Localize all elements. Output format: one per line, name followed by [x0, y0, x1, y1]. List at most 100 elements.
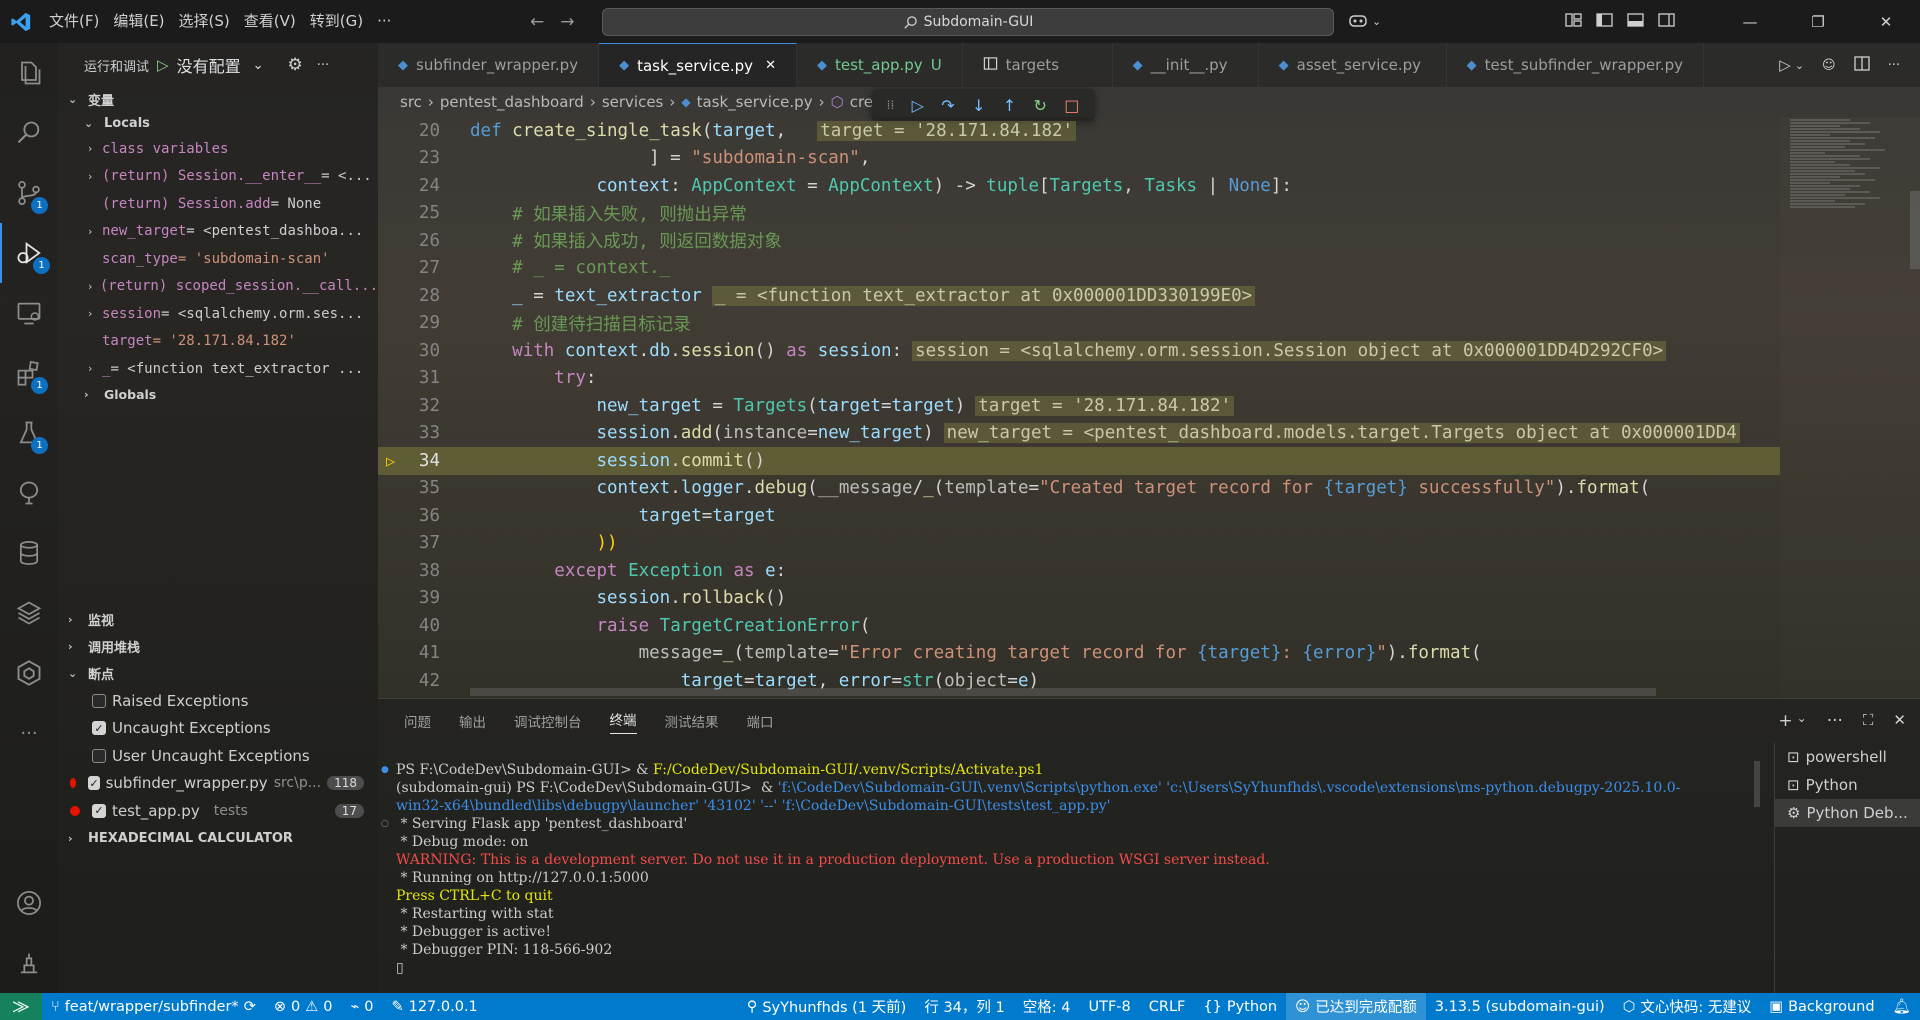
language-mode[interactable]: {} Python [1194, 993, 1286, 1020]
start-debugging-icon[interactable]: ▷ [157, 56, 169, 74]
command-center-search[interactable]: Subdomain-GUI [602, 8, 1334, 36]
copilot-status[interactable]: ☺ 已达到完成配额 [1286, 993, 1426, 1020]
chevron-down-icon[interactable]: ⌄ [1797, 711, 1807, 731]
locals-scope[interactable]: ⌄ Locals [58, 111, 378, 135]
variable-row[interactable]: › class variables [58, 135, 378, 163]
step-into-icon[interactable]: ↓ [972, 96, 985, 115]
cursor-position[interactable]: 行 34，列 1 [915, 993, 1013, 1020]
menu-goto[interactable]: 转到(G) [303, 0, 370, 43]
indentation[interactable]: 空格: 4 [1014, 993, 1080, 1020]
variable-row[interactable]: › (return) scoped_session.__call... [58, 273, 378, 301]
remote-explorer-icon[interactable] [0, 283, 58, 343]
run-debug-icon[interactable]: 1 [0, 223, 58, 283]
variable-row[interactable]: scan_type = 'subdomain-scan' [58, 245, 378, 273]
tab-init[interactable]: ◆ __init__.py [1113, 43, 1259, 87]
continue-icon[interactable]: ▷ [912, 96, 924, 115]
tab-task-service[interactable]: ◆ task_service.py ✕ [599, 43, 797, 87]
cube-extension-icon[interactable] [0, 643, 58, 703]
bp-file-test-app[interactable]: ✓ test_app.py tests 17 [58, 797, 378, 825]
tree-view-icon[interactable] [0, 463, 58, 523]
toggle-secondary-sidebar-icon[interactable] [1658, 12, 1675, 32]
layers-icon[interactable] [0, 583, 58, 643]
explorer-icon[interactable] [0, 43, 58, 103]
checkbox[interactable] [92, 693, 106, 708]
menu-selection[interactable]: 选择(S) [172, 0, 237, 43]
database-icon[interactable] [0, 523, 58, 583]
copilot-icon[interactable] [1348, 12, 1368, 32]
run-python-file-icon[interactable]: ▷ [1779, 56, 1791, 74]
close-icon[interactable]: ✕ [1852, 0, 1920, 43]
remote-indicator-icon[interactable]: ⨠ [0, 993, 42, 1020]
checkbox[interactable]: ✓ [92, 803, 106, 818]
breadcrumb-item[interactable]: src [400, 93, 422, 111]
forward-arrow-icon[interactable]: → [560, 12, 574, 32]
variable-row[interactable]: › (return) Session.__enter__ = <... [58, 163, 378, 191]
menu-view[interactable]: 查看(V) [237, 0, 303, 43]
terminal-output[interactable]: ● PS F:\CodeDev\Subdomain-GUI> & F:/CodeD… [381, 761, 1920, 977]
toggle-primary-sidebar-icon[interactable] [1596, 12, 1613, 32]
bp-file-subfinder-wrapper[interactable]: ✓ subfinder_wrapper.py src\p... 118 [58, 770, 378, 798]
restart-icon[interactable]: ↻ [1033, 96, 1046, 115]
terminal-scrollbar[interactable] [1754, 761, 1760, 807]
menu-file[interactable]: 文件(F) [42, 0, 106, 43]
tab-subfinder-wrapper[interactable]: ◆ subfinder_wrapper.py [378, 43, 600, 87]
close-icon[interactable]: ✕ [765, 58, 776, 73]
lingma-status[interactable]: ⬡ 文心快码: 无建议 [1614, 993, 1761, 1020]
tab-debug-console[interactable]: 调试控制台 [514, 711, 582, 731]
terminal-item-python[interactable]: ⊡ Python [1775, 771, 1920, 799]
breadcrumb-item[interactable]: cre [850, 93, 873, 111]
git-branch-status[interactable]: ⑂ feat/wrapper/subfinder* ⟳ [42, 993, 265, 1020]
split-editor-icon[interactable] [1853, 55, 1870, 75]
stop-icon[interactable]: □ [1064, 96, 1079, 115]
variable-row[interactable]: › new_target = <pentest_dashboa... [58, 218, 378, 246]
checkbox[interactable]: ✓ [88, 776, 100, 791]
variable-row[interactable]: (return) Session.add = None [58, 190, 378, 218]
minimap[interactable] [1780, 117, 1920, 698]
breadcrumb-item[interactable]: task_service.py [697, 93, 813, 111]
copilot-chat-icon[interactable]: ☺ [1822, 58, 1836, 73]
manage-gear-icon[interactable] [0, 933, 58, 993]
source-control-icon[interactable]: 1 [0, 163, 58, 223]
hex-calculator-section-header[interactable]: › HEXADECIMAL CALCULATOR [58, 825, 378, 852]
more-actions-icon[interactable]: ··· [317, 58, 329, 73]
tab-ports[interactable]: 端口 [747, 711, 774, 731]
gear-icon[interactable]: ⚙ [287, 55, 302, 75]
back-arrow-icon[interactable]: ← [530, 12, 544, 32]
end-of-line[interactable]: CRLF [1140, 993, 1195, 1020]
minimize-icon[interactable]: — [1716, 0, 1784, 43]
variable-row[interactable]: › session = <sqlalchemy.orm.ses... [58, 300, 378, 328]
tab-asset-service[interactable]: ◆ asset_service.py [1259, 43, 1447, 87]
ports-status[interactable]: ⌁ 0 [341, 993, 382, 1020]
breakpoints-section-header[interactable]: ⌄ 断点 [58, 660, 378, 687]
tab-test-app[interactable]: ◆ test_app.py U [797, 43, 963, 87]
menu-edit[interactable]: 编辑(E) [106, 0, 171, 43]
notifications-bell-icon[interactable]: 🔔︎ [1884, 993, 1920, 1020]
more-actions-icon[interactable]: ··· [1888, 58, 1900, 73]
step-out-icon[interactable]: ↑ [1003, 96, 1016, 115]
tab-problems[interactable]: 问题 [404, 711, 431, 731]
testing-flask-icon[interactable]: 1 [0, 403, 58, 463]
account-icon[interactable] [0, 873, 58, 933]
new-terminal-icon[interactable]: + [1778, 711, 1792, 731]
variable-row[interactable]: › _ = <function text_extractor ... [58, 355, 378, 383]
encoding[interactable]: UTF-8 [1079, 993, 1139, 1020]
globals-scope[interactable]: › Globals [58, 383, 378, 407]
restore-icon[interactable]: ❐ [1784, 0, 1852, 43]
watch-section-header[interactable]: › 监视 [58, 606, 378, 633]
more-actions-icon[interactable]: ··· [1827, 711, 1843, 731]
extensions-icon[interactable]: 1 [0, 343, 58, 403]
vertical-scrollbar[interactable] [1910, 191, 1920, 269]
tab-targets[interactable]: targets [963, 43, 1113, 87]
checkbox[interactable]: ✓ [92, 721, 106, 736]
background-status[interactable]: ▣ Background [1760, 993, 1883, 1020]
tab-terminal[interactable]: 终端 [609, 709, 637, 734]
terminal-item-powershell[interactable]: ⊡ powershell [1775, 743, 1920, 771]
code-editor[interactable]: 20 def create_single_task(target, target … [378, 117, 1780, 698]
tab-output[interactable]: 输出 [459, 711, 486, 731]
menu-more[interactable]: ··· [370, 0, 398, 43]
problems-status[interactable]: ⊗ 0 ⚠ 0 [265, 993, 342, 1020]
bp-uncaught-exceptions[interactable]: ✓ Uncaught Exceptions [58, 715, 378, 743]
checkbox[interactable] [92, 748, 106, 763]
debug-config-select[interactable]: 没有配置 ⌄ [177, 53, 264, 77]
horizontal-scrollbar[interactable] [470, 688, 1656, 696]
